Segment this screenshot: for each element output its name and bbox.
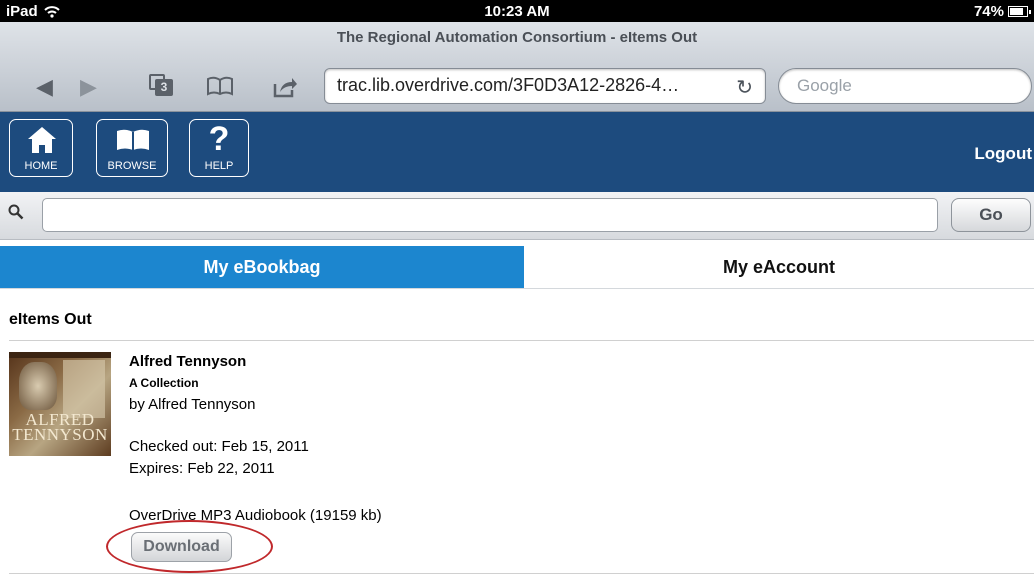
help-icon: ? [208,120,230,158]
address-bar[interactable]: trac.lib.overdrive.com/3F0D3A12-2826-4… … [324,68,766,104]
book-icon [117,129,149,150]
expires-date: Expires: Feb 22, 2011 [129,460,275,477]
help-label: HELP [204,160,234,172]
browser-search-field[interactable]: Google [778,68,1032,104]
site-search-bar: Go [0,192,1034,240]
tab-my-ebookbag[interactable]: My eBookbag [0,246,524,288]
battery-icon [1008,6,1031,17]
divider [0,288,1034,289]
home-label: HOME [24,160,58,172]
tab-my-eaccount[interactable]: My eAccount [524,246,1034,288]
url-text: trac.lib.overdrive.com/3F0D3A12-2826-4… [337,75,680,95]
home-icon [28,127,56,153]
back-arrow-icon[interactable]: ◀ [36,74,53,100]
section-heading: eItems Out [9,311,92,328]
go-button[interactable]: Go [951,198,1031,232]
book-cover-image[interactable]: ALFRED TENNYSON [9,352,111,456]
bookmarks-icon[interactable] [206,76,234,96]
logout-link[interactable]: Logout [974,144,1032,164]
help-button[interactable]: ? HELP [189,119,249,177]
item-author: by Alfred Tennyson [129,396,256,413]
clock: 10:23 AM [484,3,550,20]
browse-label: BROWSE [107,160,157,172]
account-tabs: My eBookbag My eAccount [0,240,1034,288]
browser-toolbar: The Regional Automation Consortium - eIt… [0,22,1034,112]
browser-page-title: The Regional Automation Consortium - eIt… [336,29,698,46]
share-icon[interactable] [272,76,298,98]
home-button[interactable]: HOME [9,119,73,177]
reload-icon[interactable]: ↻ [736,75,753,100]
cover-title: ALFRED TENNYSON [12,410,108,444]
divider [9,340,1034,341]
pages-count: 3 [155,79,173,96]
browser-search-placeholder: Google [797,76,852,95]
pages-button[interactable]: 3 [149,74,175,96]
status-bar: iPad 10:23 AM 74% [0,0,1034,22]
forward-arrow-icon[interactable]: ▶ [80,74,97,100]
divider [9,573,1034,574]
search-icon [8,204,24,220]
item-subtitle: A Collection [129,376,199,390]
browse-button[interactable]: BROWSE [96,119,168,177]
item-title[interactable]: Alfred Tennyson [129,353,246,370]
portrait-figure [19,362,57,410]
highlight-annotation [106,520,273,573]
battery-percent: 74% [973,3,1004,20]
site-header: HOME BROWSE ? HELP Logout [0,112,1034,192]
site-search-input[interactable] [42,198,938,232]
checked-out-date: Checked out: Feb 15, 2011 [129,438,309,455]
